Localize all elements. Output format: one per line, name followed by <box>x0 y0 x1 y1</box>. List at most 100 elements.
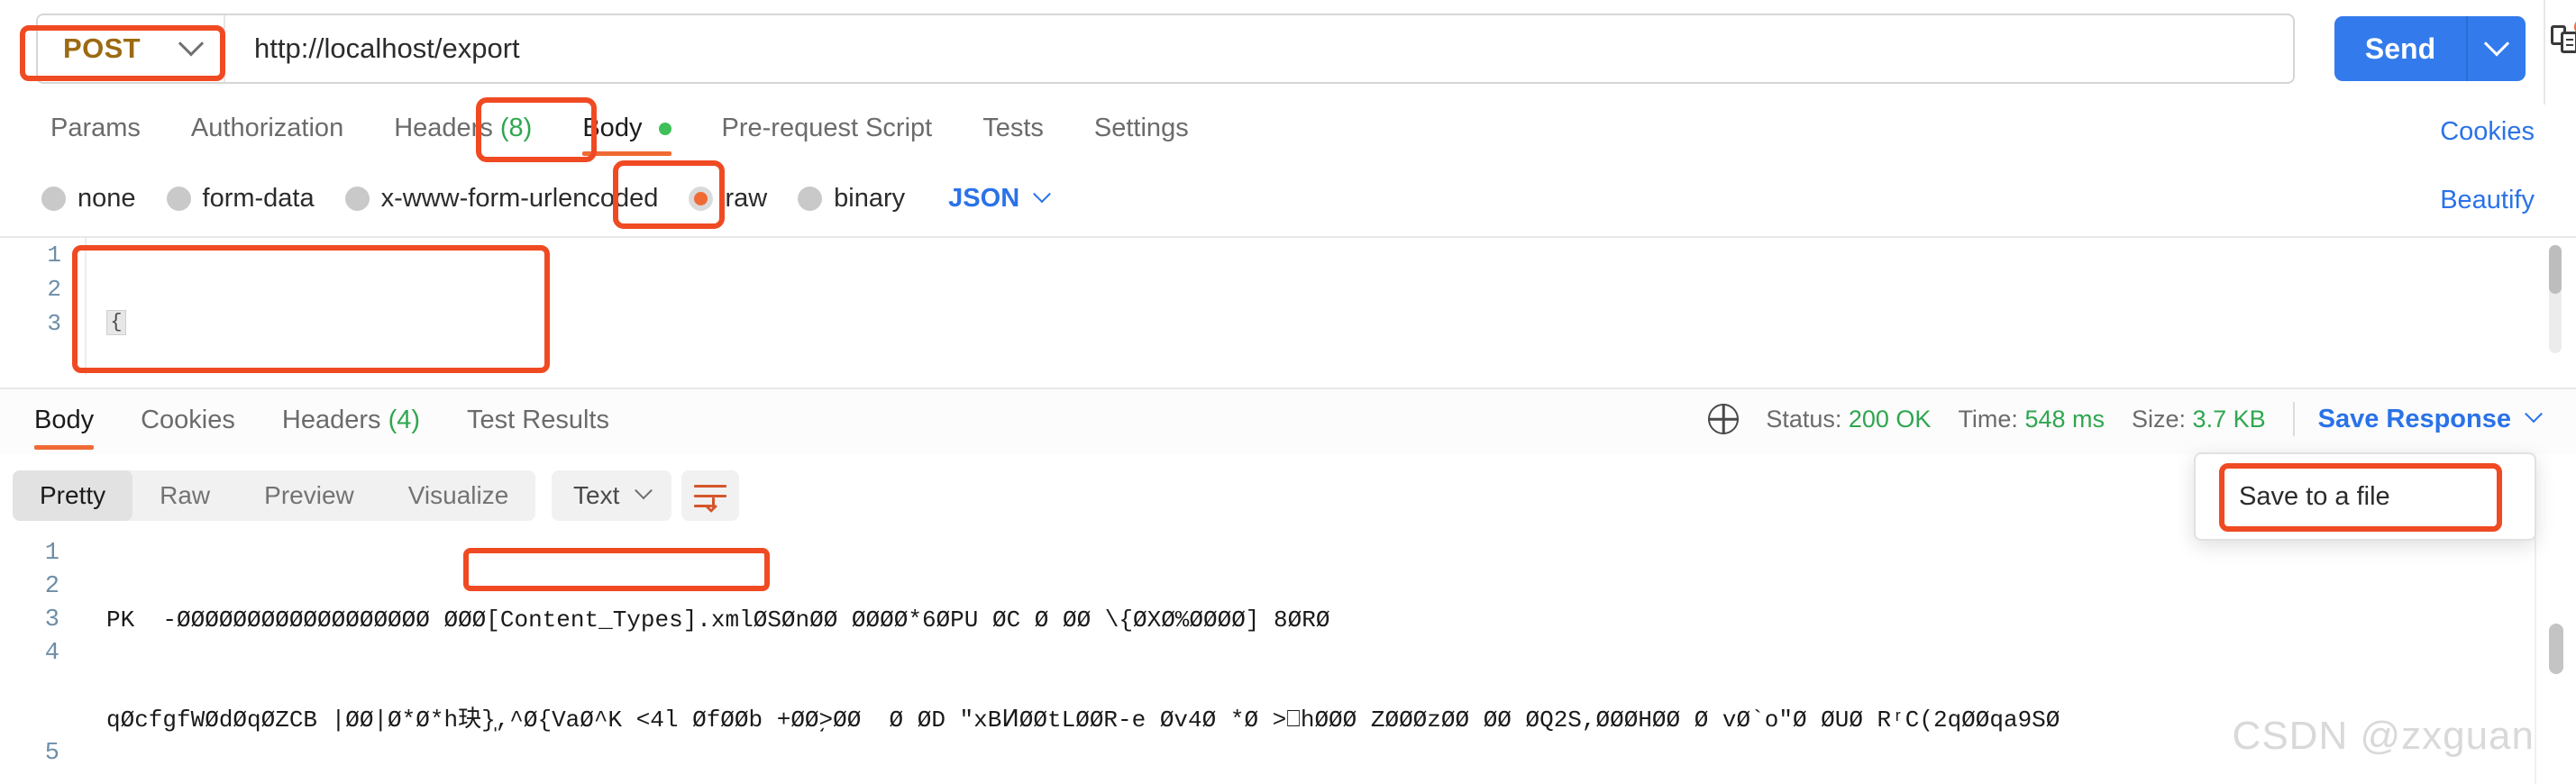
request-tablist: Params Authorization Headers (8) Body Pr… <box>25 101 1214 161</box>
response-type-select[interactable]: Text <box>552 470 672 521</box>
response-tab-headers[interactable]: Headers (4) <box>259 393 443 453</box>
body-mode-none-label: none <box>78 184 136 213</box>
beautify-link[interactable]: Beautify <box>2440 186 2535 215</box>
body-mode-none[interactable]: none <box>31 177 156 221</box>
status-badge: Status: 200 OK <box>1766 406 1931 433</box>
response-tabs-bar: Body Cookies Headers (4) Test Results St… <box>0 387 2576 454</box>
tab-params-label: Params <box>50 114 141 142</box>
response-body-viewer[interactable]: 1 2 3 4 5 PK -ØØØØØØØØØØØØØØØØØØ ØØØ[Con… <box>0 537 2576 784</box>
editor-scrollbar[interactable] <box>2549 245 2562 353</box>
body-mode-form-data[interactable]: form-data <box>156 177 334 221</box>
send-options-button[interactable] <box>2466 16 2526 81</box>
response-line-number <box>0 670 87 704</box>
view-mode-raw[interactable]: Raw <box>132 470 237 521</box>
copy-documents-icon[interactable] <box>2551 18 2576 59</box>
editor-scrollbar-thumb[interactable] <box>2549 245 2562 294</box>
radio-raw-icon <box>689 187 714 211</box>
request-body-editor[interactable]: 1 2 3 { ····"bizType":·"DASHBOARD" } <box>0 236 2576 375</box>
size-badge: Size: 3.7 KB <box>2132 406 2266 433</box>
response-line-number <box>0 704 87 737</box>
editor-line-number: 3 <box>47 310 61 337</box>
raw-format-label: JSON <box>948 184 1020 213</box>
save-response-button[interactable]: Save Response <box>2317 404 2543 434</box>
body-mode-binary-label: binary <box>834 184 906 213</box>
editor-line-number: 2 <box>47 276 61 303</box>
response-tab-headers-count: (4) <box>388 406 421 434</box>
body-present-dot-icon <box>658 123 671 136</box>
http-method-select[interactable]: POST <box>38 15 225 82</box>
http-method-label: POST <box>63 32 142 64</box>
chevron-down-icon <box>1033 184 1052 203</box>
response-tab-body[interactable]: Body <box>11 393 117 453</box>
response-line: PK -ØØØØØØØØØØØØØØØØØØ ØØØ[Content_Types… <box>106 606 1330 634</box>
editor-line-number: 1 <box>47 242 61 269</box>
body-mode-urlencoded-label: x-www-form-urlencoded <box>380 184 659 213</box>
menu-item-save-to-a-file[interactable]: Save to a file <box>2212 467 2468 526</box>
chevron-down-icon <box>178 31 205 57</box>
cookies-link[interactable]: Cookies <box>2440 117 2535 147</box>
postman-window: POST Send Params Authorization <box>0 0 2576 784</box>
status-value: 200 OK <box>1848 405 1932 433</box>
body-mode-options: none form-data x-www-form-urlencoded raw… <box>31 177 1052 221</box>
tab-settings[interactable]: Settings <box>1069 101 1214 161</box>
body-mode-form-data-label: form-data <box>202 184 315 213</box>
response-tab-body-label: Body <box>34 406 95 434</box>
raw-format-select[interactable]: JSON <box>948 184 1052 214</box>
body-mode-raw[interactable]: raw <box>678 177 787 221</box>
body-mode-urlencoded[interactable]: x-www-form-urlencoded <box>334 177 679 221</box>
word-wrap-icon[interactable] <box>681 470 739 521</box>
tab-headers[interactable]: Headers (8) <box>369 101 557 161</box>
radio-none-icon <box>41 187 66 211</box>
view-mode-preview[interactable]: Preview <box>237 470 381 521</box>
fold-open-brace[interactable]: { <box>106 309 126 335</box>
request-tabs-bar: Params Authorization Headers (8) Body Pr… <box>0 101 2576 166</box>
editor-line-1: { <box>106 306 486 341</box>
response-scrollbar-thumb[interactable] <box>2549 624 2563 674</box>
tab-authorization-label: Authorization <box>190 114 344 142</box>
time-value: 548 ms <box>2024 405 2105 433</box>
tab-body[interactable]: Body <box>557 101 696 161</box>
chevron-down-icon <box>635 481 653 500</box>
response-status-area: Status: 200 OK Time: 548 ms Size: 3.7 KB… <box>1708 402 2543 436</box>
tab-tests[interactable]: Tests <box>957 101 1069 161</box>
body-mode-row: none form-data x-www-form-urlencoded raw… <box>0 169 2576 234</box>
url-capsule: POST <box>36 14 2295 84</box>
save-response-label: Save Response <box>2317 404 2511 433</box>
body-mode-raw-label: raw <box>725 184 768 213</box>
editor-code[interactable]: { ····"bizType":·"DASHBOARD" } <box>106 238 486 375</box>
tab-body-label: Body <box>582 114 643 142</box>
response-tab-headers-label: Headers <box>281 406 381 434</box>
view-mode-pretty[interactable]: Pretty <box>13 470 133 521</box>
response-toolbar: Pretty Raw Preview Visualize Text <box>0 454 2576 537</box>
editor-gutter-divider <box>85 238 87 375</box>
body-mode-binary[interactable]: binary <box>787 177 925 221</box>
response-line-number: 1 <box>44 540 59 567</box>
chevron-down-icon <box>2525 405 2543 424</box>
response-tab-test-results[interactable]: Test Results <box>443 393 633 453</box>
active-tab-underline <box>34 445 95 450</box>
header-divider <box>2544 0 2545 105</box>
response-type-label: Text <box>573 481 620 509</box>
chevron-down-icon <box>2483 31 2510 57</box>
tab-tests-label: Tests <box>982 114 1044 142</box>
url-input[interactable] <box>225 17 2293 80</box>
request-url-row: POST Send <box>0 0 2576 105</box>
tab-headers-count: (8) <box>499 114 533 142</box>
radio-binary-icon <box>798 187 823 211</box>
size-label: Size: <box>2132 405 2187 433</box>
response-tab-cookies-label: Cookies <box>141 406 235 434</box>
save-response-dropdown: Save to a file <box>2194 452 2536 541</box>
tab-params[interactable]: Params <box>25 101 166 161</box>
tab-pre-request-script[interactable]: Pre-request Script <box>697 101 958 161</box>
tab-authorization[interactable]: Authorization <box>166 101 369 161</box>
response-tab-cookies[interactable]: Cookies <box>117 393 259 453</box>
tab-settings-label: Settings <box>1093 114 1189 142</box>
response-tab-test-results-label: Test Results <box>467 406 609 434</box>
tab-headers-label: Headers <box>394 114 493 142</box>
status-label: Status: <box>1766 405 1842 433</box>
send-button[interactable]: Send <box>2334 16 2526 81</box>
view-mode-visualize[interactable]: Visualize <box>381 470 536 521</box>
size-value: 3.7 KB <box>2192 405 2266 433</box>
response-gutter: 1 2 3 4 5 <box>0 537 87 784</box>
time-badge: Time: 548 ms <box>1958 406 2105 433</box>
